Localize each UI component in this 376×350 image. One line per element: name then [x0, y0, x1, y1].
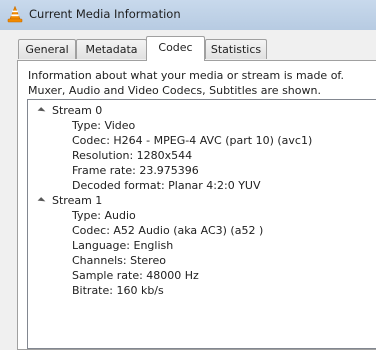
tab-bar: General Metadata Codec Statistics — [0, 30, 376, 61]
stream-0-title[interactable]: Stream 0 — [52, 103, 102, 118]
vlc-cone-icon — [7, 6, 23, 23]
stream-0-codec[interactable]: Codec: H264 - MPEG-4 AVC (part 10) (avc1… — [72, 133, 312, 148]
stream-1-channels[interactable]: Channels: Stereo — [72, 253, 166, 268]
description-line-1: Information about what your media or str… — [28, 69, 344, 82]
stream-1-language[interactable]: Language: English — [72, 238, 173, 253]
codec-description: Information about what your media or str… — [28, 68, 368, 98]
tab-codec[interactable]: Codec — [146, 36, 205, 61]
description-line-2: Muxer, Audio and Video Codecs, Subtitles… — [28, 84, 321, 97]
stream-0-resolution[interactable]: Resolution: 1280x544 — [72, 148, 192, 163]
title-bar[interactable]: Current Media Information — [0, 0, 376, 31]
stream-1-sample-rate[interactable]: Sample rate: 48000 Hz — [72, 268, 199, 283]
tab-metadata[interactable]: Metadata — [76, 39, 147, 59]
stream-0-frame-rate[interactable]: Frame rate: 23.975396 — [72, 163, 199, 178]
expanded-triangle-icon[interactable] — [39, 198, 46, 205]
stream-tree[interactable]: Stream 0 Type: Video Codec: H264 - MPEG-… — [27, 99, 376, 349]
tab-statistics[interactable]: Statistics — [205, 39, 267, 59]
stream-1-title[interactable]: Stream 1 — [52, 193, 102, 208]
stream-0-decoded-format[interactable]: Decoded format: Planar 4:2:0 YUV — [72, 178, 261, 193]
stream-0-type[interactable]: Type: Video — [72, 118, 135, 133]
stream-1-type[interactable]: Type: Audio — [72, 208, 136, 223]
stream-1-bitrate[interactable]: Bitrate: 160 kb/s — [72, 283, 164, 298]
expanded-triangle-icon[interactable] — [39, 108, 46, 115]
stream-1-codec[interactable]: Codec: A52 Audio (aka AC3) (a52 ) — [72, 223, 263, 238]
tab-general[interactable]: General — [18, 39, 76, 59]
window-title: Current Media Information — [29, 7, 181, 21]
